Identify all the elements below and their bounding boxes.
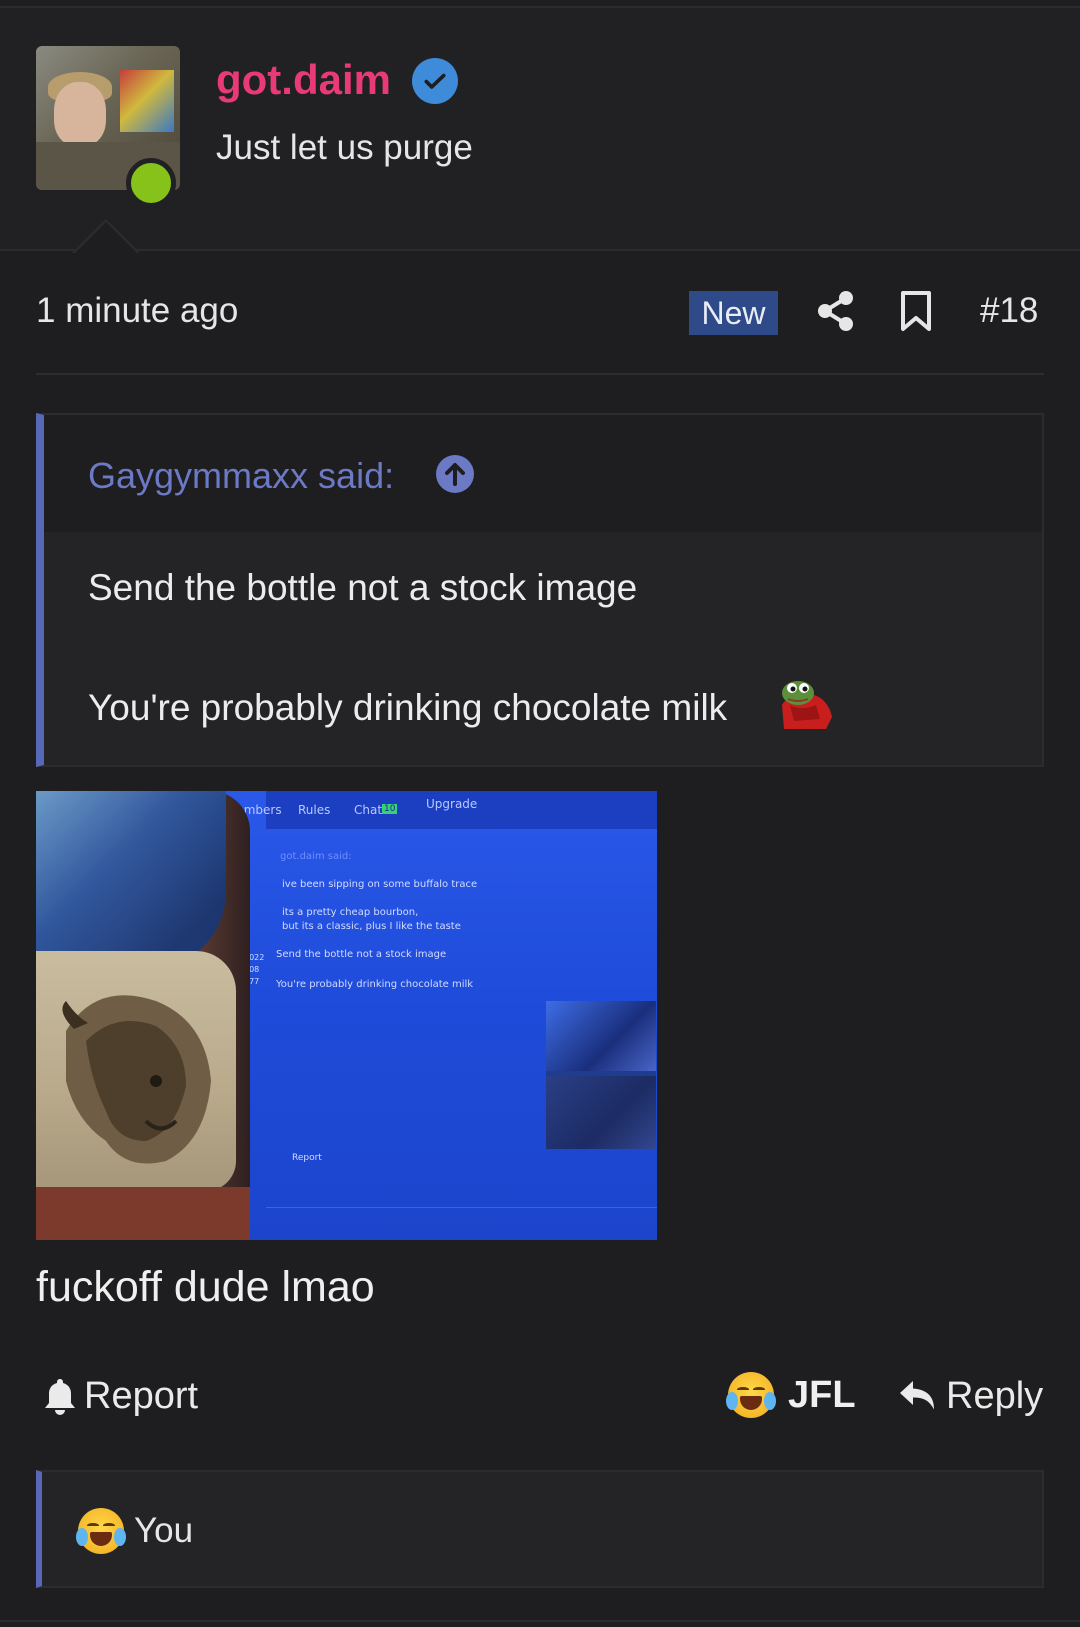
report-label: Report xyxy=(84,1374,199,1417)
screen-nav-item: Rules xyxy=(298,803,331,817)
header-pointer-inner xyxy=(75,222,137,253)
bottle-glass xyxy=(36,791,226,971)
reply-arrow-icon xyxy=(900,1381,934,1410)
pepe-emoji-icon xyxy=(776,675,834,731)
reply-button[interactable]: Reply xyxy=(898,1372,1043,1420)
screen-quote-line: its a pretty cheap bourbon, xyxy=(282,907,419,918)
screen-editor-toolbar xyxy=(266,1207,657,1231)
quote-author-link[interactable]: Gaygymmaxx said: xyxy=(88,455,394,497)
jfl-label: JFL xyxy=(788,1373,856,1416)
emoji-tear xyxy=(114,1528,126,1546)
screen-report: Report xyxy=(292,1153,322,1163)
emoji-tear xyxy=(764,1392,776,1410)
reactions-summary: You xyxy=(76,1508,193,1554)
bottom-divider xyxy=(0,1620,1080,1622)
bottle xyxy=(36,791,250,1240)
screen-thumbnail xyxy=(546,1001,656,1149)
meta-divider xyxy=(36,373,1044,375)
reactions-user-label[interactable]: You xyxy=(134,1511,193,1551)
bookmark-icon[interactable] xyxy=(900,290,932,332)
jfl-reaction-button[interactable]: JFL xyxy=(726,1370,856,1420)
emoji-mouth xyxy=(90,1532,112,1546)
quote-block: Gaygymmaxx said: Send the bottle not a s… xyxy=(36,413,1044,767)
post-date[interactable]: 1 minute ago xyxy=(36,291,238,331)
quote-text-line: You're probably drinking chocolate milk xyxy=(88,687,728,728)
attached-image[interactable]: ums ▾ Members Rules Chat 10 Upgrade got.… xyxy=(36,791,657,1240)
bell-icon xyxy=(45,1379,75,1415)
emoji-eye xyxy=(737,1387,749,1392)
screen-quote-line: but its a classic, plus I like the taste xyxy=(282,921,461,932)
laughing-crying-emoji-icon xyxy=(726,1372,776,1418)
new-badge: New xyxy=(689,291,778,335)
bottle-base xyxy=(36,1187,250,1240)
screen-nav-item: Upgrade xyxy=(426,797,478,811)
user-title: Just let us purge xyxy=(216,128,473,167)
post-caption: fuckoff dude lmao xyxy=(36,1263,375,1311)
verified-icon xyxy=(412,58,458,104)
emoji-tear xyxy=(76,1528,88,1546)
screen-quote-line: ive been sipping on some buffalo trace xyxy=(282,879,478,890)
post-header: got.daim Just let us purge xyxy=(0,8,1080,251)
screen-thumbnail-bottom xyxy=(546,1076,656,1149)
screen-quote-author: got.daim said: xyxy=(280,851,352,862)
online-status-indicator xyxy=(126,158,176,208)
emoji-eye xyxy=(753,1387,765,1392)
jump-to-quote-icon[interactable] xyxy=(436,455,474,493)
reactions-bar[interactable]: You xyxy=(36,1470,1044,1588)
report-button[interactable]: Report xyxy=(44,1372,198,1420)
emoji-tear xyxy=(726,1392,738,1410)
quote-text-line: Send the bottle not a stock image xyxy=(88,567,638,608)
username[interactable]: got.daim xyxy=(216,56,391,104)
quote-header: Gaygymmaxx said: xyxy=(44,415,1042,532)
emoji-eye xyxy=(103,1523,115,1528)
post-number-link[interactable]: #18 xyxy=(980,291,1038,331)
screen-nav-item: Chat xyxy=(354,803,383,817)
avatar-bg-poster xyxy=(120,70,174,132)
emoji-mouth xyxy=(740,1396,762,1410)
bison-illustration xyxy=(62,995,211,1164)
screen-thumbnail-top xyxy=(546,1001,656,1071)
screen-reply-line: You're probably drinking chocolate milk xyxy=(276,979,474,990)
laughing-crying-emoji-icon xyxy=(76,1508,126,1554)
screen-chat-badge: 10 xyxy=(382,804,398,814)
avatar-face xyxy=(54,82,106,146)
emoji-eye xyxy=(87,1523,99,1528)
share-icon[interactable] xyxy=(816,290,856,332)
reply-label: Reply xyxy=(946,1374,1044,1417)
screen-reply-line: Send the bottle not a stock image xyxy=(276,949,447,960)
